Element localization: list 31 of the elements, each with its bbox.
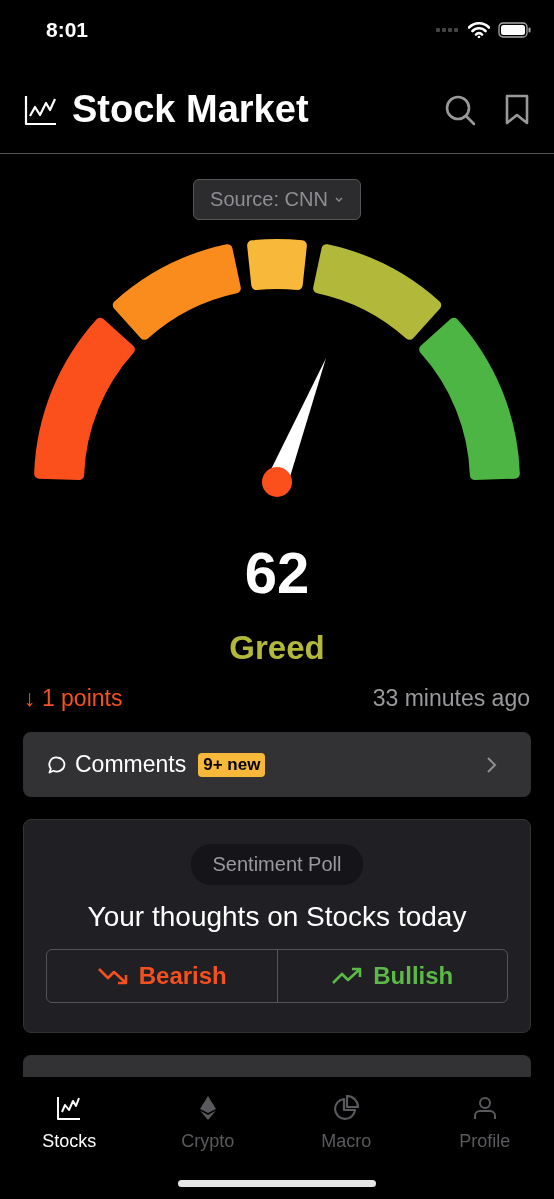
signal-icon xyxy=(436,27,460,33)
trend-up-icon xyxy=(331,966,364,986)
status-time: 8:01 xyxy=(46,18,89,42)
updated-time: 33 minutes ago xyxy=(372,685,530,712)
vote-button[interactable]: Bearish xyxy=(47,950,277,1002)
tab[interactable]: Macro xyxy=(277,1095,416,1152)
tab[interactable]: Stocks xyxy=(0,1095,139,1152)
person-icon xyxy=(471,1095,498,1121)
pie-chart-icon xyxy=(333,1095,360,1121)
new-badge: 9+ new xyxy=(198,752,266,777)
poll-tag: Sentiment Poll xyxy=(190,844,364,885)
poll-question: Your thoughts on Stocks today xyxy=(87,901,467,933)
index-value: 62 xyxy=(243,544,311,602)
points-change: ↓ 1 points xyxy=(24,685,123,712)
comments-row[interactable]: Comments 9+ new xyxy=(23,732,531,797)
line-chart-icon xyxy=(56,1095,83,1121)
search-icon[interactable] xyxy=(444,93,476,126)
line-chart-icon xyxy=(24,93,58,126)
speech-bubble-icon xyxy=(47,754,67,775)
vote-button[interactable]: Bullish xyxy=(276,950,507,1002)
bookmark-icon[interactable] xyxy=(504,93,530,126)
battery-icon xyxy=(498,22,532,38)
sentiment-label: Greed xyxy=(228,629,326,667)
chevron-down-icon xyxy=(333,196,344,203)
tab[interactable]: Crypto xyxy=(138,1095,277,1152)
tab[interactable]: Profile xyxy=(415,1095,554,1152)
trend-down-icon xyxy=(96,966,129,986)
chevron-right-icon xyxy=(485,754,497,775)
source-dropdown[interactable]: Source: CNN xyxy=(193,179,361,220)
page-title: Stock Market xyxy=(72,88,309,131)
wifi-icon xyxy=(468,22,490,38)
